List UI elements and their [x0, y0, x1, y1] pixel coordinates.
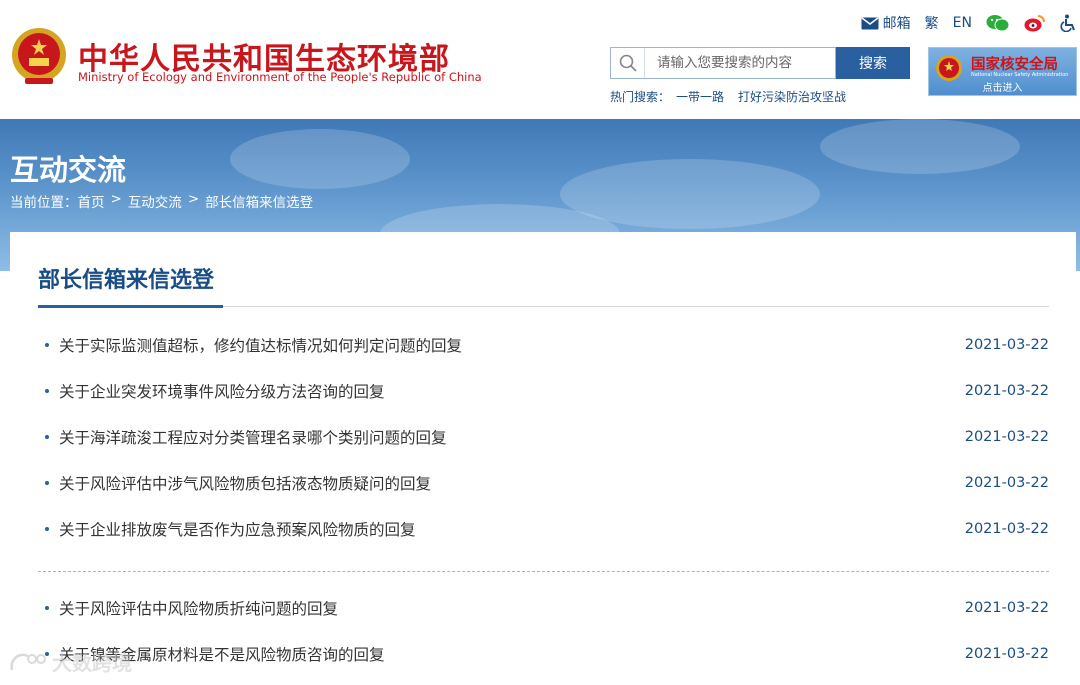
breadcrumb: 当前位置： 首页 > 互动交流 > 部长信箱来信选登 — [10, 191, 313, 211]
bullet-icon — [45, 389, 49, 393]
item-title[interactable]: 关于企业排放废气是否作为应急预案风险物质的回复 — [59, 518, 416, 540]
list-item[interactable]: 关于海洋疏浚工程应对分类管理名录哪个类别问题的回复 2021-03-22 — [38, 414, 1049, 460]
nna-emblem-icon — [936, 55, 962, 81]
item-date: 2021-03-22 — [964, 521, 1049, 537]
breadcrumb-separator: > — [187, 191, 200, 207]
search-box — [610, 47, 836, 79]
weibo-icon — [1024, 15, 1045, 32]
wechat-link[interactable] — [986, 14, 1010, 32]
weibo-link[interactable] — [1024, 14, 1046, 32]
item-date: 2021-03-22 — [964, 429, 1049, 445]
item-date: 2021-03-22 — [964, 646, 1049, 662]
breadcrumb-home[interactable]: 首页 — [78, 191, 105, 211]
national-emblem-icon — [12, 28, 66, 84]
item-date: 2021-03-22 — [964, 337, 1049, 353]
site-subtitle: Ministry of Ecology and Environment of t… — [78, 70, 482, 84]
hot-search-link[interactable]: 一带一路 — [676, 88, 724, 105]
top-links: 邮箱 繁 EN — [847, 10, 1080, 36]
list-item[interactable]: 关于实际监测值超标，修约值达标情况如何判定问题的回复 2021-03-22 — [38, 322, 1049, 368]
watermark: 大数跨境 — [8, 647, 132, 676]
list-item[interactable]: 关于风险评估中风险物质折纯问题的回复 2021-03-22 — [38, 585, 1049, 631]
mailbox-link[interactable]: 邮箱 — [861, 13, 911, 33]
item-title[interactable]: 关于企业突发环境事件风险分级方法咨询的回复 — [59, 380, 385, 402]
mail-icon — [861, 16, 879, 29]
letter-list: 关于风险评估中风险物质折纯问题的回复 2021-03-22 关于镍等金属原材料是不… — [38, 585, 1049, 677]
item-title[interactable]: 关于海洋疏浚工程应对分类管理名录哪个类别问题的回复 — [59, 426, 447, 448]
hot-search: 热门搜索： 一带一路 打好污染防治攻坚战 — [610, 88, 860, 105]
list-item[interactable]: 关于企业突发环境事件风险分级方法咨询的回复 2021-03-22 — [38, 368, 1049, 414]
bullet-icon — [45, 343, 49, 347]
breadcrumb-label: 当前位置： — [10, 195, 78, 211]
item-date: 2021-03-22 — [964, 383, 1049, 399]
item-title[interactable]: 关于风险评估中风险物质折纯问题的回复 — [59, 597, 338, 619]
content-panel: 部长信箱来信选登 关于实际监测值超标，修约值达标情况如何判定问题的回复 2021-… — [10, 232, 1076, 685]
traditional-chinese-link[interactable]: 繁 — [925, 13, 939, 33]
bullet-icon — [45, 481, 49, 485]
watermark-text: 大数跨境 — [52, 651, 132, 675]
search-input[interactable] — [645, 48, 831, 78]
list-item[interactable]: 关于镍等金属原材料是不是风险物质咨询的回复 2021-03-22 — [38, 631, 1049, 677]
hot-search-link[interactable]: 打好污染防治攻坚战 — [738, 88, 846, 105]
list-item[interactable]: 关于企业排放废气是否作为应急预案风险物质的回复 2021-03-22 — [38, 506, 1049, 552]
mailbox-label: 邮箱 — [882, 16, 911, 32]
page-title: 互动交流 — [10, 153, 127, 187]
accessibility-link[interactable] — [1060, 14, 1076, 32]
item-title[interactable]: 关于风险评估中涉气风险物质包括液态物质疑问的回复 — [59, 472, 431, 494]
nna-enter-label: 点击进入 — [982, 83, 1023, 94]
bullet-icon — [45, 606, 49, 610]
nna-banner-link[interactable]: 国家核安全局 National Nuclear Safety Administr… — [928, 47, 1077, 96]
breadcrumb-current[interactable]: 部长信箱来信选登 — [205, 191, 313, 211]
watermark-logo-icon — [10, 653, 46, 670]
section-title: 部长信箱来信选登 — [38, 268, 215, 293]
bullet-icon — [45, 527, 49, 531]
hot-search-label: 热门搜索： — [610, 90, 671, 104]
wechat-icon — [986, 15, 1010, 32]
nna-name: 国家核安全局 — [971, 57, 1058, 73]
breadcrumb-separator: > — [110, 191, 122, 207]
item-date: 2021-03-22 — [964, 475, 1049, 491]
search-icon[interactable] — [611, 48, 645, 78]
title-accent-bar — [38, 305, 223, 308]
english-link[interactable]: EN — [953, 15, 972, 31]
search-button[interactable]: 搜索 — [836, 47, 910, 79]
breadcrumb-interaction[interactable]: 互动交流 — [128, 191, 182, 211]
letter-list: 关于实际监测值超标，修约值达标情况如何判定问题的回复 2021-03-22 关于企… — [38, 322, 1049, 552]
site-header: 中华人民共和国生态环境部 Ministry of Ecology and Env… — [0, 0, 1080, 119]
item-date: 2021-03-22 — [964, 600, 1049, 616]
nna-english-name: National Nuclear Safety Administration — [971, 72, 1069, 78]
accessibility-icon — [1060, 14, 1075, 32]
bullet-icon — [45, 435, 49, 439]
item-title[interactable]: 关于实际监测值超标，修约值达标情况如何判定问题的回复 — [59, 334, 462, 356]
list-group-divider — [38, 571, 1049, 572]
list-item[interactable]: 关于风险评估中涉气风险物质包括液态物质疑问的回复 2021-03-22 — [38, 460, 1049, 506]
